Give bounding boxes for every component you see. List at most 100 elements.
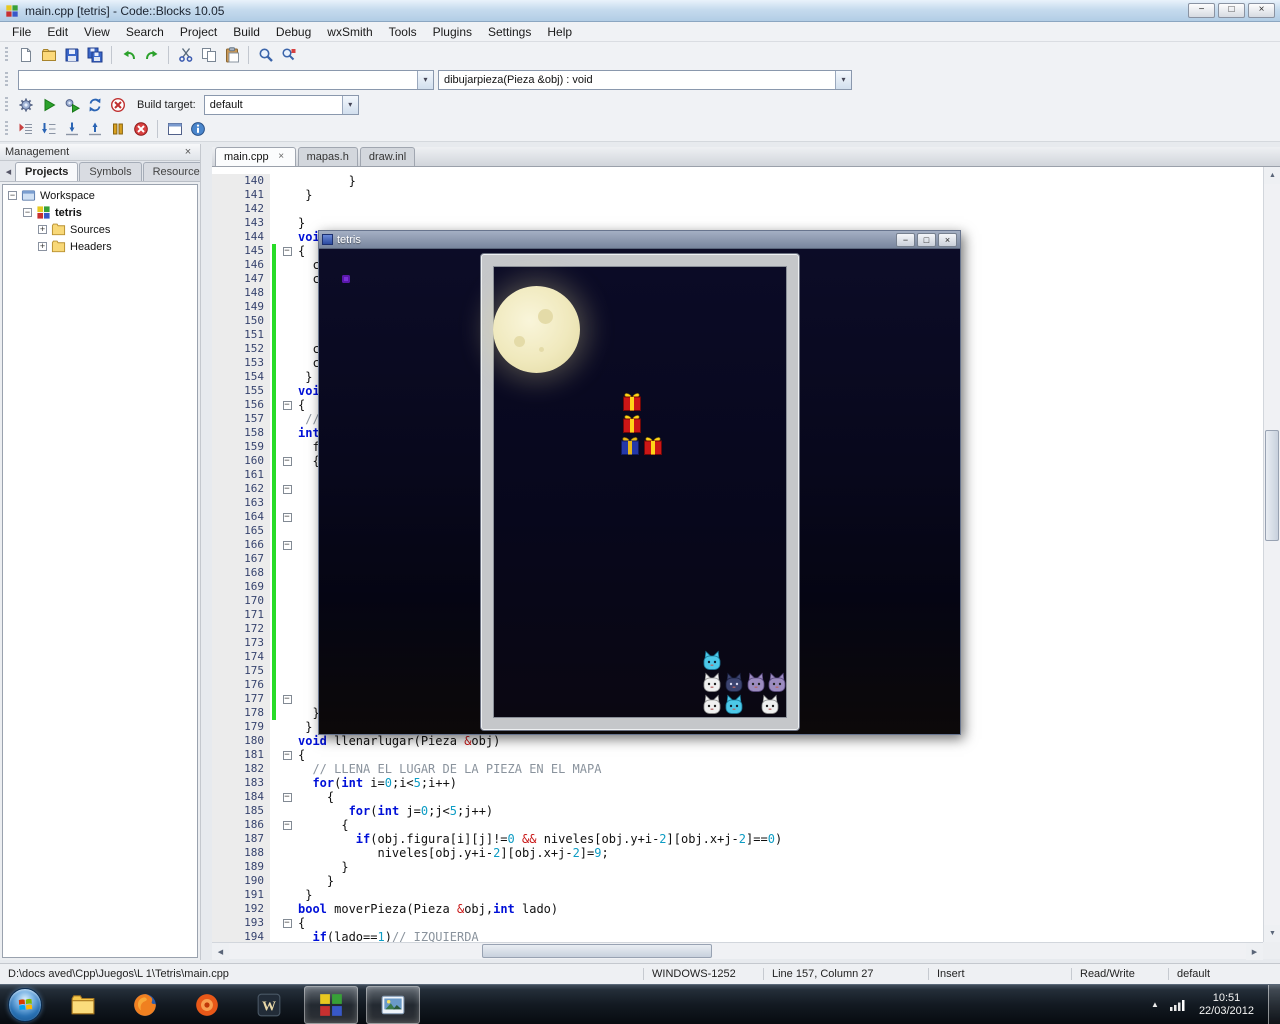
titlebar[interactable]: main.cpp [tetris] - Code::Blocks 10.05 −… [0, 0, 1280, 22]
management-tab-projects[interactable]: Projects [15, 162, 78, 181]
menu-edit[interactable]: Edit [39, 23, 76, 41]
tab-close-icon[interactable]: × [276, 152, 287, 163]
save-all-button[interactable] [83, 44, 106, 66]
management-tab-resources[interactable]: Resources [143, 162, 200, 181]
start-button[interactable] [8, 988, 42, 1022]
tab-scroll-left-button[interactable]: ◀ [2, 165, 15, 181]
menu-tools[interactable]: Tools [381, 23, 425, 41]
fold-toggle-icon[interactable]: − [283, 919, 292, 928]
menu-plugins[interactable]: Plugins [425, 23, 480, 41]
menu-project[interactable]: Project [172, 23, 225, 41]
cut-button[interactable] [174, 44, 197, 66]
horizontal-scroll-thumb[interactable] [482, 944, 712, 958]
code-line[interactable]: 183 for(int i=0;i<5;i++) [212, 776, 1263, 790]
save-button[interactable] [60, 44, 83, 66]
scroll-up-icon[interactable]: ▲ [1264, 167, 1280, 184]
minus-expander-icon[interactable]: − [8, 191, 17, 200]
tetris-game-window[interactable]: tetris − □ × [318, 230, 961, 735]
game-titlebar[interactable]: tetris − □ × [319, 231, 960, 249]
copy-button[interactable] [197, 44, 220, 66]
code-line[interactable]: 189 } [212, 860, 1263, 874]
editor-tab-mapas-h[interactable]: mapas.h [298, 147, 358, 166]
code-line[interactable]: 142 [212, 202, 1263, 216]
next-line-button[interactable] [37, 118, 60, 140]
code-line[interactable]: 186− { [212, 818, 1263, 832]
clock[interactable]: 10:51 22/03/2012 [1195, 992, 1258, 1018]
menu-file[interactable]: File [4, 23, 39, 41]
build-target-combo[interactable]: default ▾ [204, 95, 359, 115]
image-viewer-taskbar-button[interactable] [366, 986, 420, 1024]
tree-node-workspace[interactable]: −Workspace [3, 187, 197, 204]
management-tab-symbols[interactable]: Symbols [79, 162, 141, 181]
scroll-down-icon[interactable]: ▼ [1264, 925, 1280, 942]
code-line[interactable]: 141 } [212, 188, 1263, 202]
firefox-taskbar-button[interactable] [118, 986, 172, 1024]
code-line[interactable]: 140 } [212, 174, 1263, 188]
minus-expander-icon[interactable]: − [23, 208, 32, 217]
fold-toggle-icon[interactable]: − [283, 457, 292, 466]
menu-settings[interactable]: Settings [480, 23, 539, 41]
plus-expander-icon[interactable]: + [38, 225, 47, 234]
tree-node-headers[interactable]: +Headers [3, 238, 197, 255]
code-line[interactable]: 193−{ [212, 916, 1263, 930]
fold-toggle-icon[interactable]: − [283, 541, 292, 550]
rebuild-button[interactable] [83, 94, 106, 116]
menu-search[interactable]: Search [118, 23, 172, 41]
debugging-windows-button[interactable] [163, 118, 186, 140]
paste-button[interactable] [220, 44, 243, 66]
code-line[interactable]: 192bool moverPieza(Pieza &obj,int lado) [212, 902, 1263, 916]
game-maximize-button[interactable]: □ [917, 233, 936, 247]
code-line[interactable]: 191 } [212, 888, 1263, 902]
step-out-button[interactable] [83, 118, 106, 140]
fold-toggle-icon[interactable]: − [283, 751, 292, 760]
build-and-run-button[interactable] [60, 94, 83, 116]
show-desktop-button[interactable] [1268, 985, 1280, 1024]
menu-help[interactable]: Help [539, 23, 580, 41]
replace-button[interactable] [277, 44, 300, 66]
plus-expander-icon[interactable]: + [38, 242, 47, 251]
step-into-button[interactable] [60, 118, 83, 140]
find-button[interactable] [254, 44, 277, 66]
code-line[interactable]: 185 for(int j=0;j<5;j++) [212, 804, 1263, 818]
hidden-icons-button[interactable]: ▲ [1151, 1000, 1159, 1009]
code-line[interactable]: 194 if(lado==1)// IZQUIERDA [212, 930, 1263, 942]
game-minimize-button[interactable]: − [896, 233, 915, 247]
restore-button[interactable]: □ [1218, 3, 1245, 18]
build-button[interactable] [14, 94, 37, 116]
orange-app-taskbar-button[interactable] [180, 986, 234, 1024]
scroll-left-icon[interactable]: ◀ [212, 943, 229, 960]
network-icon[interactable] [1169, 997, 1185, 1013]
codeblocks-taskbar-button[interactable] [304, 986, 358, 1024]
fold-toggle-icon[interactable]: − [283, 247, 292, 256]
chevron-down-icon[interactable]: ▾ [835, 71, 851, 89]
code-line[interactable]: 143} [212, 216, 1263, 230]
close-button[interactable]: × [1248, 3, 1275, 18]
code-line[interactable]: 190 } [212, 874, 1263, 888]
editor-tab-main-cpp[interactable]: main.cpp× [215, 147, 296, 166]
code-line[interactable]: 180void llenarlugar(Pieza &obj) [212, 734, 1263, 748]
tree-node-tetris[interactable]: −tetris [3, 204, 197, 221]
run-button[interactable] [37, 94, 60, 116]
code-line[interactable]: 188 niveles[obj.y+i-2][obj.x+j-2]=9; [212, 846, 1263, 860]
fold-toggle-icon[interactable]: − [283, 485, 292, 494]
redo-button[interactable] [140, 44, 163, 66]
code-line[interactable]: 184− { [212, 790, 1263, 804]
menu-view[interactable]: View [76, 23, 118, 41]
fold-toggle-icon[interactable]: − [283, 793, 292, 802]
wow-taskbar-button[interactable]: W [242, 986, 296, 1024]
undo-button[interactable] [117, 44, 140, 66]
abort-button[interactable] [106, 94, 129, 116]
code-line[interactable]: 181−{ [212, 748, 1263, 762]
game-close-button[interactable]: × [938, 233, 957, 247]
fold-toggle-icon[interactable]: − [283, 695, 292, 704]
menu-debug[interactable]: Debug [268, 23, 319, 41]
menu-build[interactable]: Build [225, 23, 268, 41]
menu-wxsmith[interactable]: wxSmith [319, 23, 380, 41]
new-file-button[interactable] [14, 44, 37, 66]
chevron-down-icon[interactable]: ▾ [342, 96, 358, 114]
stop-debugger-button[interactable] [129, 118, 152, 140]
info-button[interactable] [186, 118, 209, 140]
fold-toggle-icon[interactable]: − [283, 821, 292, 830]
fold-toggle-icon[interactable]: − [283, 513, 292, 522]
vertical-scrollbar[interactable]: ▲ ▼ [1263, 167, 1280, 942]
